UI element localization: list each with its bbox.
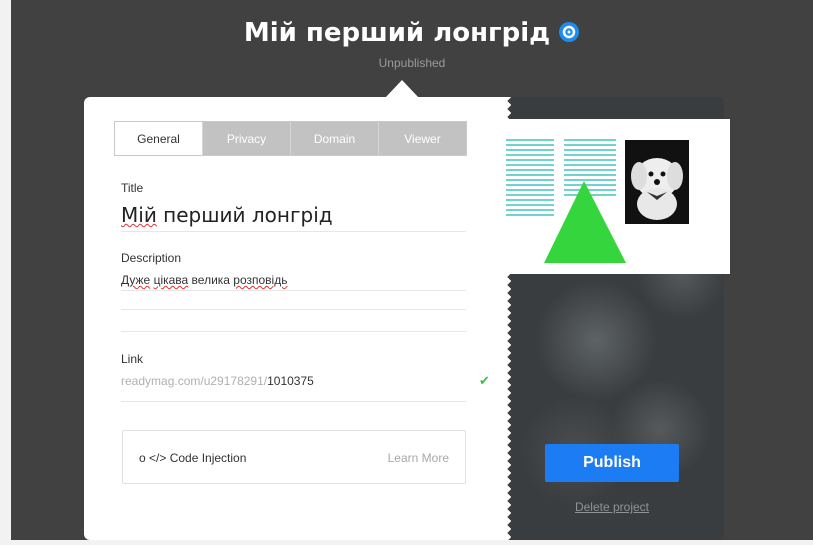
project-title-text: Мій перший лонгрід: [243, 18, 551, 48]
divider: [121, 331, 466, 332]
link-field[interactable]: readymag.com/u29178291/1010375: [121, 374, 314, 388]
project-title-header: Мій перший лонгрід: [11, 18, 813, 48]
divider: [121, 231, 466, 232]
tab-viewer[interactable]: Viewer: [378, 122, 466, 155]
description-word: Дуже: [121, 273, 151, 287]
learn-more-link[interactable]: Learn More: [388, 451, 449, 465]
code-injection-box[interactable]: o </> Code Injection Learn More: [122, 430, 466, 484]
divider: [121, 290, 466, 291]
description-word: цікава: [153, 273, 189, 287]
description-word: розповідь: [233, 273, 288, 287]
green-triangle-shape: [544, 181, 626, 263]
link-label: Link: [121, 352, 144, 366]
tab-privacy[interactable]: Privacy: [202, 122, 290, 155]
title-rest: перший лонгрід: [156, 203, 333, 227]
code-injection-label: o </> Code Injection: [139, 451, 247, 465]
panel-pointer: [385, 80, 419, 98]
title-label: Title: [121, 181, 144, 195]
description-field[interactable]: Дуже цікава велика розповідь: [121, 273, 287, 287]
link-prefix: readymag.com/u29178291/: [121, 374, 268, 388]
publish-status: Unpublished: [378, 56, 446, 70]
tab-general[interactable]: General: [115, 122, 202, 155]
settings-tabs: General Privacy Domain Viewer: [114, 121, 467, 156]
publish-button[interactable]: Publish: [545, 444, 679, 482]
tab-domain[interactable]: Domain: [290, 122, 378, 155]
divider: [121, 401, 466, 402]
description-word: велика: [188, 273, 234, 287]
gear-icon[interactable]: [558, 20, 580, 42]
project-preview-thumbnail[interactable]: [492, 119, 730, 274]
title-word-misspelled: Мій: [121, 203, 157, 227]
title-field[interactable]: Мій перший лонгрід: [121, 203, 333, 227]
check-icon: ✔: [479, 373, 490, 388]
divider: [121, 309, 466, 310]
dog-photo: [625, 140, 689, 224]
delete-project-link[interactable]: Delete project: [545, 500, 679, 514]
description-label: Description: [121, 251, 182, 265]
link-slug: 1010375: [267, 374, 314, 388]
